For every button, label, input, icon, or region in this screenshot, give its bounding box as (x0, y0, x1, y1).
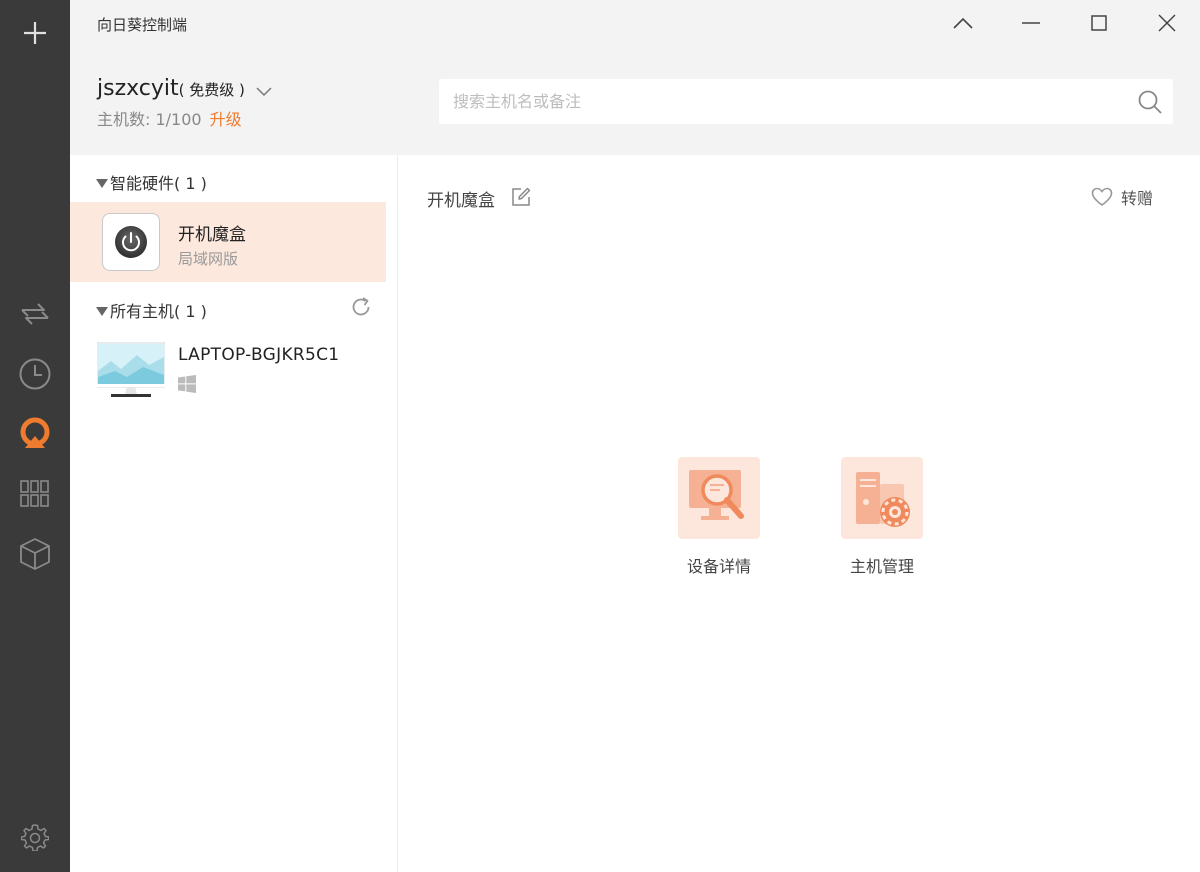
gear-icon (21, 824, 49, 851)
host-count: 主机数: 1/100 升级 (97, 110, 242, 129)
grid-apps-icon (20, 480, 49, 507)
collapse-button[interactable] (946, 8, 980, 38)
collapse-icon (953, 17, 973, 29)
settings-button[interactable] (15, 817, 55, 857)
side-rail (0, 0, 70, 872)
host-management-button[interactable]: 主机管理 (840, 457, 924, 577)
hardware-name: 开机魔盒 (178, 225, 246, 245)
refresh-icon[interactable] (350, 296, 372, 318)
power-box-icon (102, 213, 160, 271)
add-button[interactable] (15, 13, 55, 53)
group-header-hardware[interactable]: 智能硬件( 1 ) (96, 170, 207, 194)
host-management-icon (841, 457, 923, 539)
clock-icon (19, 358, 51, 390)
edit-icon[interactable] (511, 187, 531, 207)
header: 向日葵控制端 jszxcyit( 免费级 ) 主机数: 1/100 升级 (70, 0, 1200, 155)
minimize-icon (1022, 22, 1040, 24)
hardware-subtitle: 局域网版 (178, 250, 239, 268)
detail-panel: 开机魔盒 转赠 设备详情 主机管理 (399, 155, 1200, 872)
transfer-arrows-icon (21, 303, 49, 325)
close-button[interactable] (1150, 8, 1184, 38)
windows-logo-icon (178, 375, 196, 393)
cube-icon (20, 538, 50, 570)
account-dropdown-button[interactable] (256, 82, 272, 101)
search-box (439, 79, 1173, 124)
search-input[interactable] (439, 79, 1129, 124)
plus-icon (24, 22, 46, 44)
account-level: ( 免费级 ) (178, 81, 245, 99)
transfer-gift-label: 转赠 (1121, 189, 1154, 208)
remote-control-logo-icon (20, 417, 50, 448)
device-details-icon (678, 457, 760, 539)
account-username: jszxcyit (97, 76, 179, 101)
device-details-button[interactable]: 设备详情 (677, 457, 761, 577)
list-item-host[interactable]: LAPTOP-BGJKR5C1 (70, 335, 386, 405)
group-header-hosts[interactable]: 所有主机( 1 ) (96, 298, 207, 322)
triangle-down-icon (96, 179, 108, 188)
minimize-button[interactable] (1014, 8, 1048, 38)
heart-icon (1091, 187, 1113, 206)
account-selector[interactable]: jszxcyit( 免费级 ) (97, 76, 245, 101)
app-title: 向日葵控制端 (97, 16, 188, 34)
host-name: LAPTOP-BGJKR5C1 (178, 345, 340, 365)
nav-hardware[interactable] (15, 534, 55, 574)
monitor-thumbnail-icon (97, 342, 165, 397)
host-management-label: 主机管理 (849, 557, 914, 576)
nav-apps[interactable] (15, 474, 55, 514)
upgrade-link[interactable]: 升级 (210, 110, 242, 129)
transfer-gift-button[interactable]: 转赠 (1091, 185, 1153, 209)
maximize-icon (1091, 15, 1107, 31)
device-details-label: 设备详情 (686, 557, 751, 576)
close-icon (1158, 14, 1176, 32)
detail-title: 开机魔盒 (427, 191, 495, 211)
device-list-panel: 智能硬件( 1 ) 开机魔盒 局域网版 所有主机( 1 ) LAPTOP-BGJ… (70, 155, 398, 872)
nav-history[interactable] (15, 354, 55, 394)
triangle-down-icon (96, 307, 108, 316)
nav-remote-assist[interactable] (15, 294, 55, 334)
chevron-down-icon (256, 87, 272, 97)
list-item-power-box[interactable]: 开机魔盒 局域网版 (70, 202, 386, 282)
maximize-button[interactable] (1082, 8, 1116, 38)
nav-devices[interactable] (15, 414, 55, 454)
search-icon[interactable] (1137, 89, 1163, 115)
